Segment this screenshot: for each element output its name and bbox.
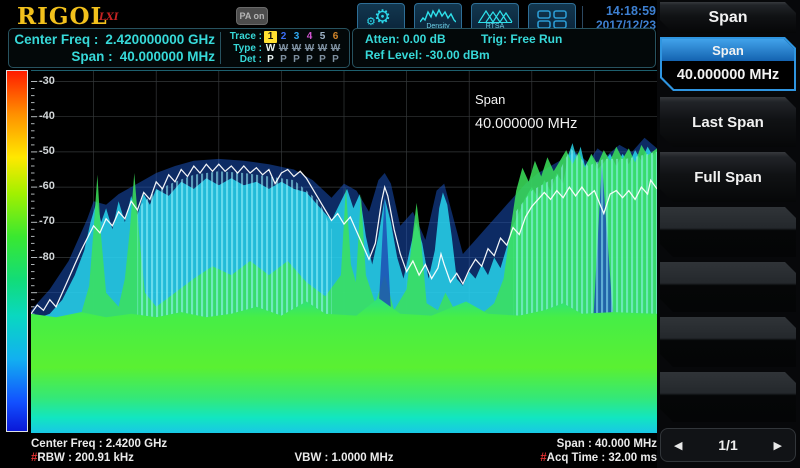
center-freq-label: Center Freq : <box>14 31 98 48</box>
status-span: Span : 40.000 MHz <box>557 438 657 450</box>
y-axis-label: -30 <box>39 75 55 87</box>
trace-num-1: 1 <box>264 31 277 43</box>
trace-det-4: P <box>303 54 316 66</box>
trace-type-1: W <box>264 43 277 55</box>
layer-noise-floor-band <box>31 298 657 433</box>
trace-type-5: W <box>316 43 329 55</box>
span-annotation: Span 40.000000 MHz <box>475 92 577 132</box>
span-value: 40.000000 MHz <box>120 48 215 65</box>
status-row-1: Center Freq : 2.4200 GHz Span : 40.000 M… <box>31 438 657 450</box>
y-axis-label: -80 <box>39 251 55 263</box>
layer-comb-stripes-left <box>137 171 331 317</box>
softmenu-title: Span <box>660 2 796 33</box>
spectrum-display: -30 -40 -50 -60 -70 -80 Span 40.000000 MHz <box>31 70 657 433</box>
status-row-2: #RBW : 200.91 kHz VBW : 1.0000 MHz #Acq … <box>31 452 657 464</box>
time-display: 14:18:59 <box>584 4 656 18</box>
trace-num-4: 4 <box>303 31 316 43</box>
trace-num-5: 5 <box>316 31 329 43</box>
window-grid-icon <box>536 8 568 30</box>
trace-num-2: 2 <box>277 31 290 43</box>
frequency-panel: Center Freq : 2.420000000 GHz Span : 40.… <box>8 28 350 68</box>
pa-on-button[interactable]: PA on <box>236 7 268 25</box>
center-freq-value: 2.420000000 GHz <box>105 31 215 48</box>
prev-page-arrow-icon[interactable]: ◀ <box>674 439 682 452</box>
softkey-full-span[interactable]: Full Span <box>660 152 796 202</box>
trace-det-1: P <box>264 54 277 66</box>
trace-label: Trace : <box>225 31 262 43</box>
page-control: ◀ 1/1 ▶ <box>660 428 796 462</box>
next-page-arrow-icon[interactable]: ▶ <box>774 439 782 452</box>
trace-det-2: P <box>277 54 290 66</box>
softmenu: Span Span 40.000000 MHz Last Span Full S… <box>657 0 800 468</box>
type-label: Type : <box>225 43 262 55</box>
det-label: Det : <box>225 54 262 66</box>
page-indicator: 1/1 <box>718 437 737 453</box>
softkey-blank-4[interactable] <box>660 372 796 422</box>
status-vbw: VBW : 1.0000 MHz <box>240 452 449 464</box>
density-waveform-icon <box>420 8 456 24</box>
trace-type-4: W <box>303 43 316 55</box>
trace-num-6: 6 <box>329 31 342 43</box>
softkey-span-label: Span <box>662 39 794 61</box>
atten-value: Atten: 0.00 dB <box>365 32 490 48</box>
trace-num-3: 3 <box>290 31 303 43</box>
panel-divider <box>220 32 221 64</box>
trace-table: Trace :123456 Type :WWWWWW Det :PPPPPP <box>225 31 342 66</box>
status-acq-time: #Acq Time : 32.00 ms <box>448 452 657 464</box>
softkey-last-span[interactable]: Last Span <box>660 97 796 147</box>
analyzer-screen: RIGOL LXI PA on ⚙⚙ Density RTSA 14:18:59… <box>0 0 800 468</box>
span-label: Span : <box>71 48 112 65</box>
trace-type-6: W <box>329 43 342 55</box>
y-axis-label: -60 <box>39 180 55 192</box>
status-rbw: #RBW : 200.91 kHz <box>31 452 240 464</box>
ref-level-value: Ref Level: -30.00 dBm <box>365 48 490 64</box>
span-annotation-value: 40.000000 MHz <box>475 116 577 132</box>
trace-type-2: W <box>277 43 290 55</box>
span-row: Span : 40.000000 MHz <box>17 48 215 65</box>
acquisition-panel: Atten: 0.00 dB Ref Level: -30.00 dBm Tri… <box>352 28 656 68</box>
span-annotation-label: Span <box>475 92 577 107</box>
rtsa-peaks-icon <box>477 8 513 24</box>
softkey-blank-2[interactable] <box>660 262 796 312</box>
softkey-span-value: 40.000000 MHz <box>662 61 794 89</box>
trace-det-3: P <box>290 54 303 66</box>
trigger-value: Trig: Free Run <box>481 32 562 48</box>
lxi-badge: LXI <box>99 12 118 23</box>
center-freq-row: Center Freq : 2.420000000 GHz <box>17 31 215 48</box>
y-axis-label: -50 <box>39 145 55 157</box>
y-axis-label: -70 <box>39 215 55 227</box>
density-colorbar <box>6 70 28 432</box>
rigol-logo: RIGOL <box>17 3 108 30</box>
softkey-blank-3[interactable] <box>660 317 796 367</box>
trace-type-3: W <box>290 43 303 55</box>
trace-det-5: P <box>316 54 329 66</box>
softkey-blank-1[interactable] <box>660 207 796 257</box>
status-center-freq: Center Freq : 2.4200 GHz <box>31 438 167 450</box>
y-axis-label: -40 <box>39 110 55 122</box>
trace-det-6: P <box>329 54 342 66</box>
softkey-span[interactable]: Span 40.000000 MHz <box>660 37 796 91</box>
